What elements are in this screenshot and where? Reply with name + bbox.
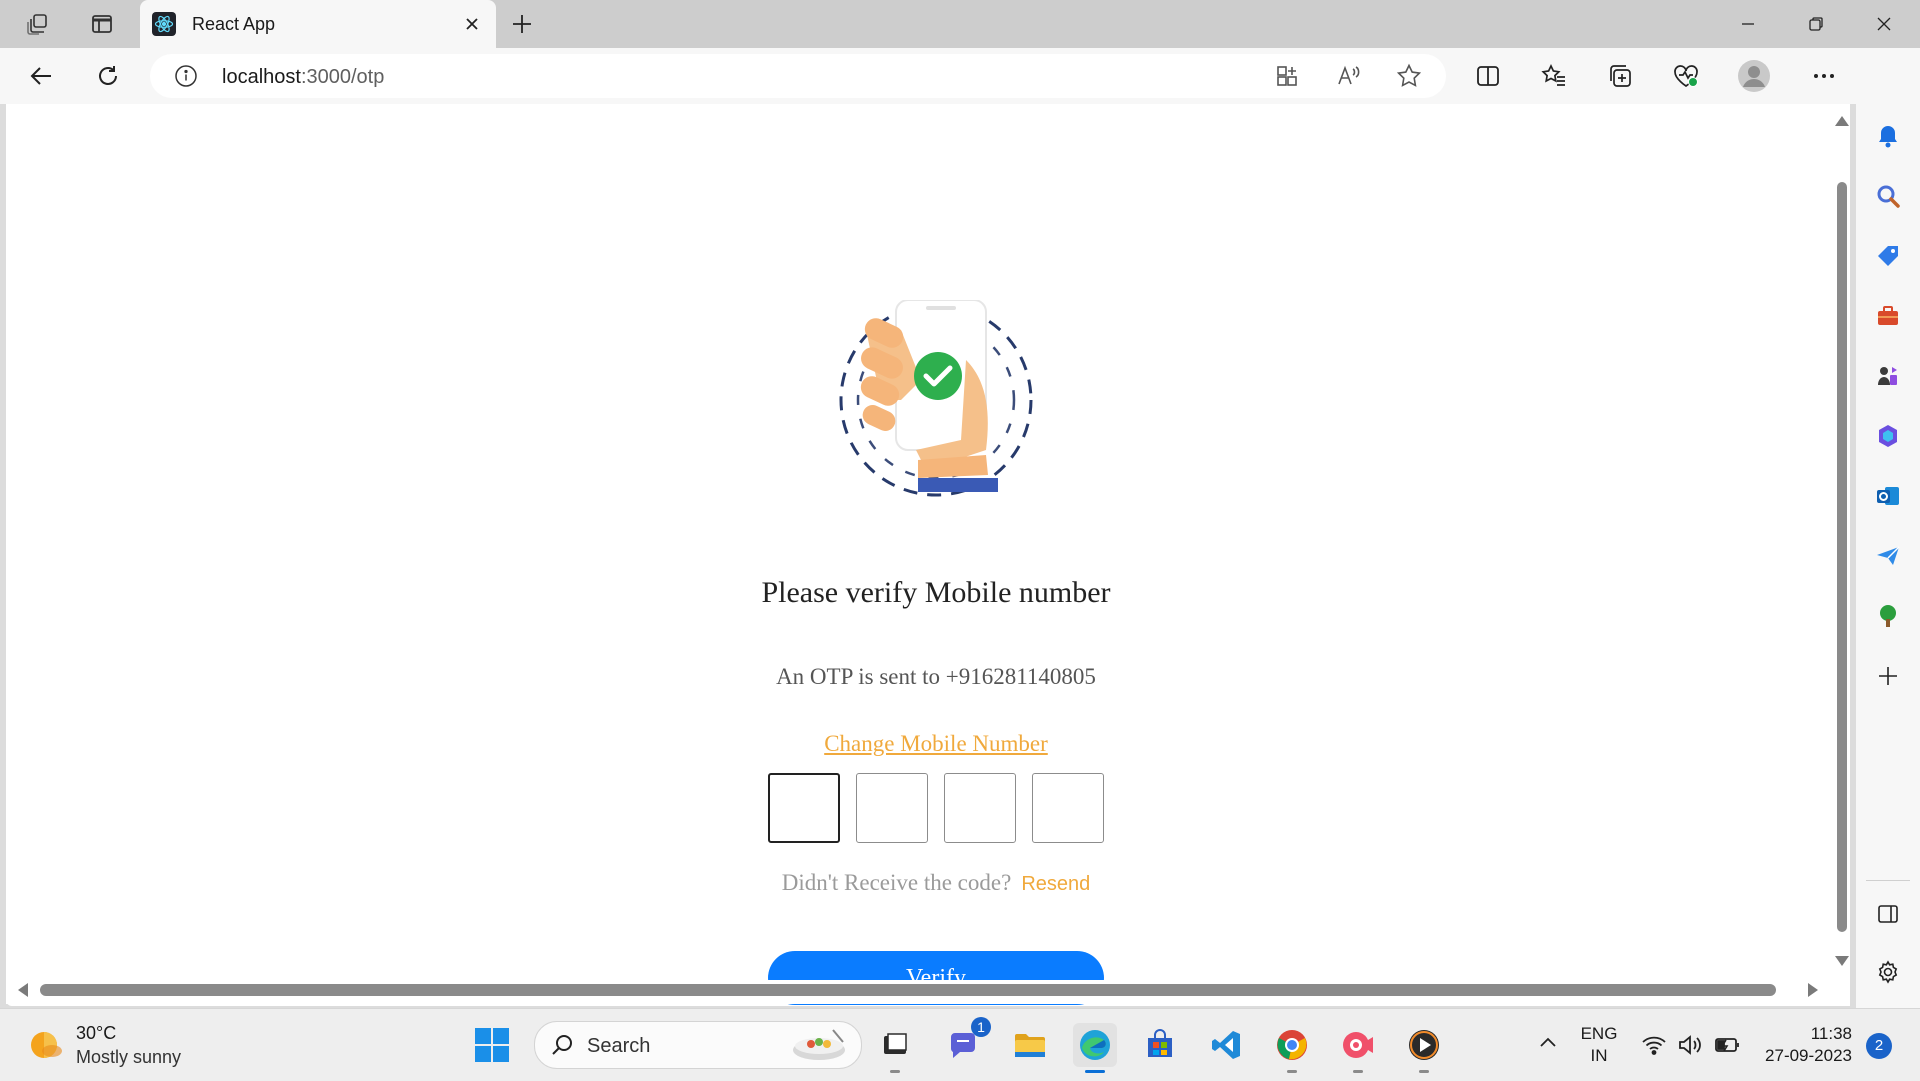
tree-icon[interactable] bbox=[1870, 598, 1906, 634]
page-title: Please verify Mobile number bbox=[761, 576, 1111, 609]
weather-sunny-icon[interactable] bbox=[28, 1027, 64, 1063]
notification-bell-icon[interactable] bbox=[1870, 118, 1906, 154]
back-arrow-icon[interactable] bbox=[24, 58, 60, 94]
otp-sent-message: An OTP is sent to +916281140805 bbox=[776, 664, 1096, 689]
outlook-icon[interactable] bbox=[1870, 478, 1906, 514]
page-viewport: Please verify Mobile number An OTP is se… bbox=[6, 104, 1850, 1006]
horizontal-scroll-thumb[interactable] bbox=[40, 984, 1776, 996]
sidebar-settings-gear-icon[interactable] bbox=[1870, 954, 1906, 990]
site-info-icon[interactable] bbox=[174, 64, 198, 88]
workspaces-icon[interactable] bbox=[24, 10, 52, 38]
tools-briefcase-icon[interactable] bbox=[1870, 298, 1906, 334]
profile-avatar[interactable] bbox=[1736, 58, 1772, 94]
hide-sidebar-icon[interactable] bbox=[1870, 896, 1906, 932]
split-screen-icon[interactable] bbox=[1470, 58, 1506, 94]
browser-toolbar: localhost:3000/otp bbox=[0, 48, 1920, 104]
region-code: IN bbox=[1590, 1046, 1608, 1065]
otp-digit-4[interactable] bbox=[1032, 773, 1104, 843]
input-language-indicator[interactable]: ENG IN bbox=[1576, 1023, 1622, 1067]
vertical-scroll-thumb[interactable] bbox=[1837, 182, 1847, 932]
shopping-tag-icon[interactable] bbox=[1870, 238, 1906, 274]
resend-row: Didn't Receive the code? Resend bbox=[6, 870, 1850, 896]
show-hidden-icons-chevron-icon[interactable] bbox=[1536, 1031, 1560, 1055]
clock-date: 27-09-2023 bbox=[1765, 1046, 1852, 1065]
active-indicator bbox=[1085, 1070, 1105, 1073]
search-highlight-food-icon bbox=[793, 1029, 845, 1060]
search-sidebar-icon[interactable] bbox=[1870, 178, 1906, 214]
read-aloud-icon[interactable] bbox=[1334, 61, 1364, 91]
wifi-icon[interactable] bbox=[1640, 1031, 1668, 1059]
browser-titlebar: React App bbox=[0, 0, 1920, 48]
url-text[interactable]: localhost:3000/otp bbox=[222, 66, 384, 89]
change-mobile-number-link[interactable]: Change Mobile Number bbox=[6, 731, 1850, 757]
otp-digit-2[interactable] bbox=[856, 773, 928, 843]
taskbar-search-box[interactable]: Search bbox=[534, 1021, 862, 1069]
windows-taskbar: 30°C Mostly sunny Search 1 ENG IN 11:38 … bbox=[0, 1008, 1920, 1081]
clock-time: 11:38 bbox=[1810, 1024, 1852, 1043]
otp-digit-1[interactable] bbox=[768, 773, 840, 843]
address-bar[interactable]: localhost:3000/otp bbox=[150, 54, 1446, 98]
weather-temperature[interactable]: 30°C bbox=[76, 1023, 116, 1044]
refresh-icon[interactable] bbox=[90, 58, 126, 94]
taskbar-teams-chat-icon[interactable]: 1 bbox=[941, 1017, 991, 1067]
sidebar-divider bbox=[1866, 880, 1910, 881]
close-window-icon[interactable] bbox=[1866, 8, 1902, 40]
change-mobile-number-label: Change Mobile Number bbox=[824, 731, 1048, 756]
url-host: localhost bbox=[222, 66, 301, 88]
favorite-star-icon[interactable] bbox=[1394, 61, 1424, 91]
windows-start-icon[interactable] bbox=[474, 1027, 510, 1063]
taskbar-terminal-icon[interactable] bbox=[873, 1023, 917, 1073]
scroll-left-arrow-icon[interactable] bbox=[18, 983, 28, 997]
add-sidebar-app-icon[interactable] bbox=[1870, 658, 1906, 694]
taskbar-store-icon[interactable] bbox=[1138, 1023, 1182, 1067]
collections-icon[interactable] bbox=[1602, 58, 1638, 94]
taskbar-file-explorer-icon[interactable] bbox=[1008, 1023, 1052, 1067]
running-indicator bbox=[1419, 1070, 1429, 1073]
scroll-down-arrow-icon[interactable] bbox=[1835, 956, 1849, 966]
teams-badge: 1 bbox=[971, 1017, 991, 1037]
minimize-icon[interactable] bbox=[1730, 8, 1766, 40]
system-clock[interactable]: 11:38 27-09-2023 bbox=[1754, 1023, 1852, 1067]
taskbar-search-icon bbox=[552, 1035, 572, 1055]
notification-center-badge[interactable]: 2 bbox=[1866, 1033, 1892, 1059]
resend-prompt: Didn't Receive the code? bbox=[781, 870, 1012, 895]
games-icon[interactable] bbox=[1870, 358, 1906, 394]
restore-icon[interactable] bbox=[1798, 8, 1834, 40]
taskbar-media-player-icon[interactable] bbox=[1402, 1023, 1446, 1073]
running-indicator bbox=[1287, 1070, 1297, 1073]
more-options-icon[interactable] bbox=[1806, 58, 1842, 94]
running-indicator bbox=[890, 1070, 900, 1073]
otp-digit-3[interactable] bbox=[944, 773, 1016, 843]
running-indicator bbox=[1353, 1070, 1363, 1073]
language-code: ENG bbox=[1580, 1024, 1618, 1043]
taskbar-screen-recorder-icon[interactable] bbox=[1336, 1023, 1380, 1073]
tab-react-app[interactable]: React App bbox=[140, 0, 496, 48]
weather-description[interactable]: Mostly sunny bbox=[76, 1047, 181, 1068]
new-tab-button[interactable] bbox=[508, 10, 536, 38]
taskbar-edge-icon[interactable] bbox=[1073, 1023, 1117, 1073]
taskbar-chrome-icon[interactable] bbox=[1270, 1023, 1314, 1073]
url-path: :3000/otp bbox=[300, 66, 385, 88]
otp-phone-illustration bbox=[839, 300, 1033, 497]
app-available-icon[interactable] bbox=[1272, 61, 1302, 91]
react-logo-icon bbox=[152, 12, 176, 36]
tab-title: React App bbox=[192, 14, 276, 34]
taskbar-search-placeholder: Search bbox=[587, 1035, 651, 1057]
scroll-up-arrow-icon[interactable] bbox=[1835, 116, 1849, 126]
tab-actions-icon[interactable] bbox=[88, 10, 116, 38]
scroll-right-arrow-icon[interactable] bbox=[1808, 983, 1818, 997]
edge-sidebar bbox=[1856, 48, 1920, 1008]
microsoft-365-icon[interactable] bbox=[1870, 418, 1906, 454]
taskbar-vscode-icon[interactable] bbox=[1204, 1023, 1248, 1067]
resend-link[interactable]: Resend bbox=[1021, 873, 1090, 895]
battery-charging-icon[interactable] bbox=[1714, 1031, 1742, 1059]
send-drop-icon[interactable] bbox=[1870, 538, 1906, 574]
browser-essentials-icon[interactable] bbox=[1668, 58, 1704, 94]
volume-icon[interactable] bbox=[1676, 1031, 1704, 1059]
tab-close-icon[interactable] bbox=[460, 12, 484, 36]
favorites-icon[interactable] bbox=[1536, 58, 1572, 94]
